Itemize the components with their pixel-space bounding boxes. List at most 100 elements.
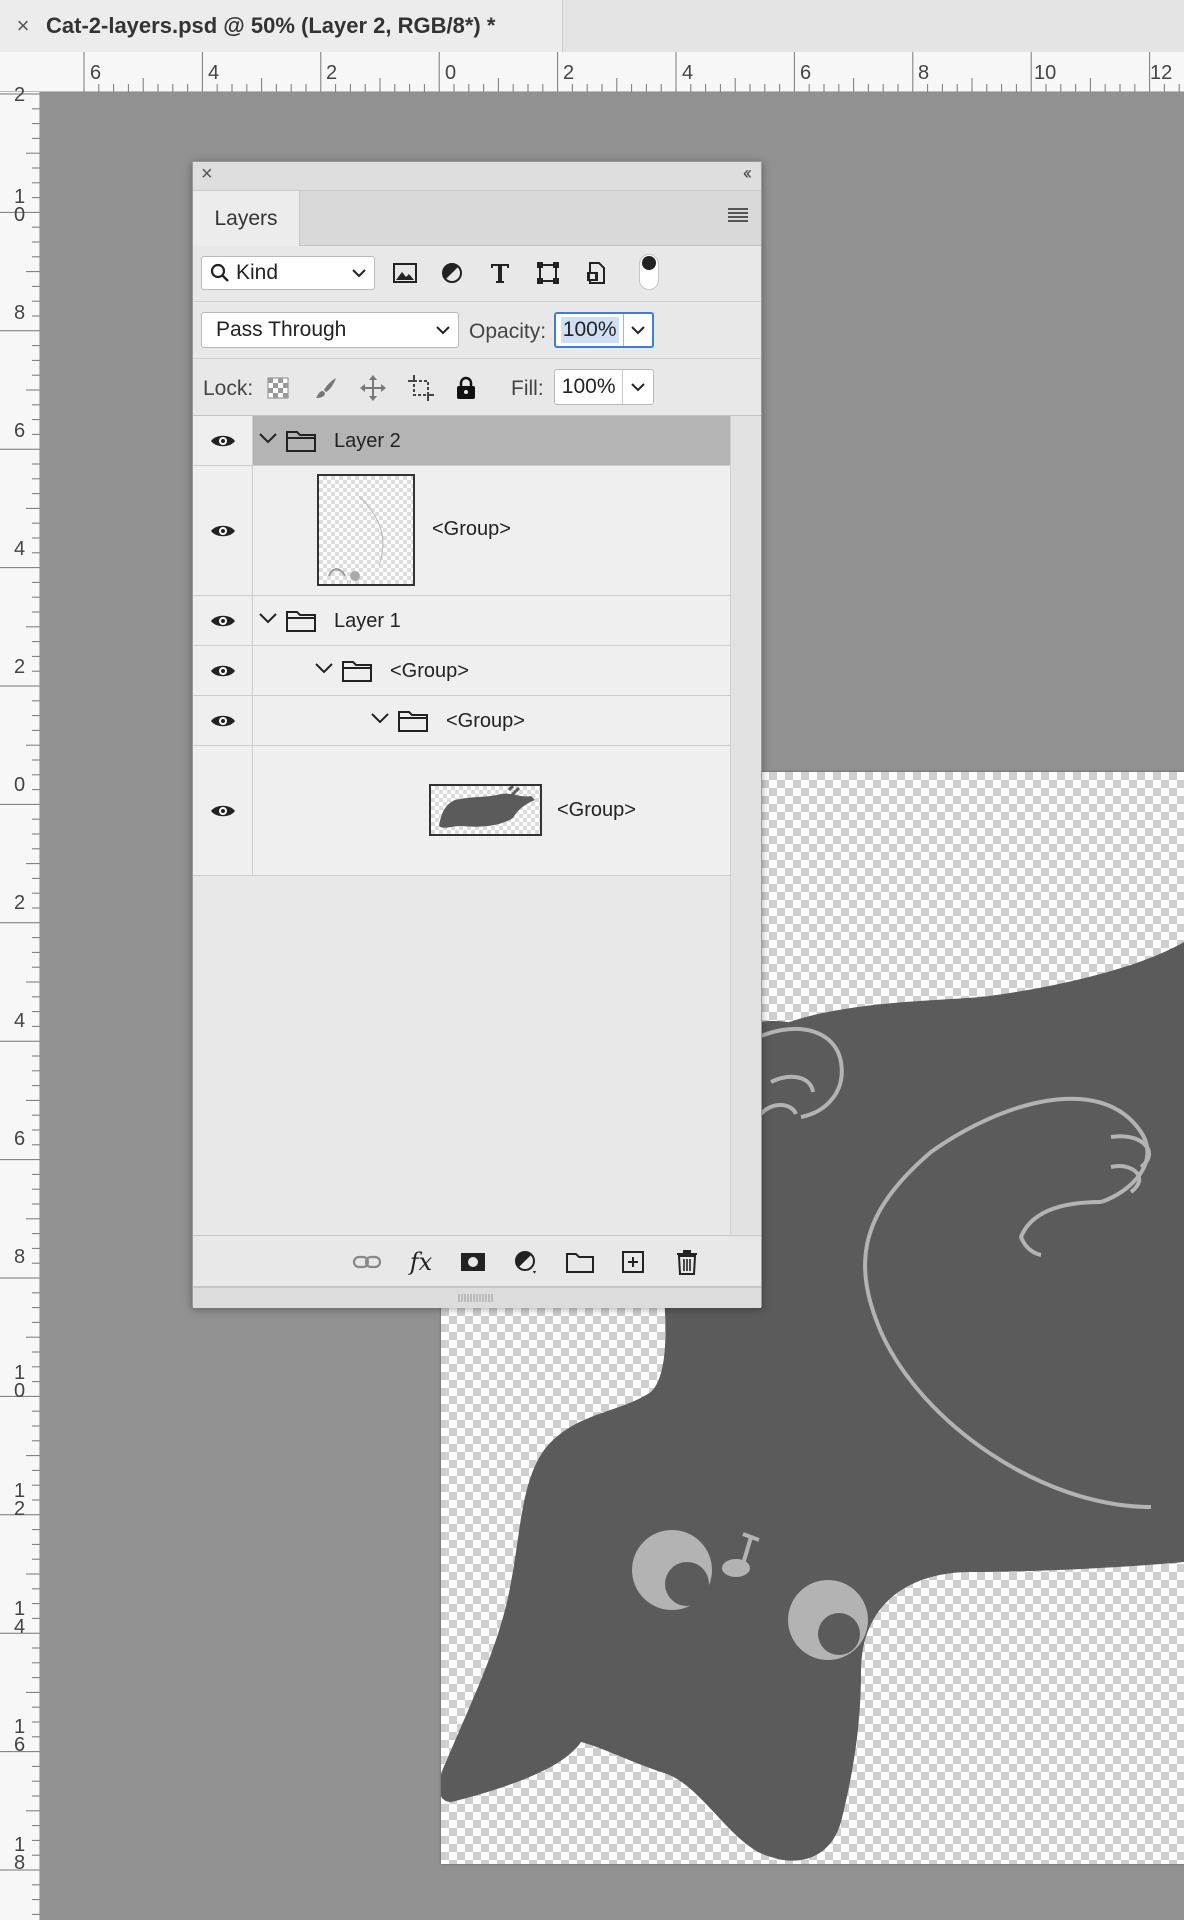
lock-all-icon[interactable]: [452, 374, 480, 402]
chevron-down-icon[interactable]: [259, 431, 277, 449]
ruler-top-ticks: [83, 52, 1180, 92]
visibility-cell: [193, 746, 253, 875]
search-icon: [210, 263, 229, 282]
fill-field[interactable]: 100%: [554, 369, 654, 405]
ruler-left-label: 2: [14, 84, 26, 106]
opacity-label: Opacity:: [469, 320, 547, 343]
visibility-cell: [193, 646, 253, 695]
visibility-cell: [193, 416, 253, 465]
ruler-top-label: 10: [1034, 62, 1057, 84]
eye-icon[interactable]: [210, 803, 236, 819]
lock-transparent-icon[interactable]: [264, 374, 292, 402]
smart-object-filter-icon[interactable]: [582, 259, 610, 287]
blend-mode-select[interactable]: Pass Through: [201, 312, 459, 348]
ruler-top-label: 2: [326, 62, 338, 84]
eye-icon[interactable]: [210, 523, 236, 539]
tab-layers[interactable]: Layers: [193, 191, 300, 246]
ruler-left-ticks: [0, 93, 40, 1915]
layer-name[interactable]: <Group>: [432, 518, 511, 541]
close-tab-icon[interactable]: ×: [0, 13, 46, 39]
ruler-left-label: 12: [14, 1480, 26, 1520]
lock-label: Lock:: [203, 377, 254, 400]
blend-mode-value: Pass Through: [216, 318, 347, 341]
chevron-down-icon: [631, 383, 645, 392]
collapse-panel-icon[interactable]: ‹‹: [743, 163, 752, 184]
panel-tab-strip: Layers: [193, 191, 761, 246]
ruler-left-label: 4: [14, 1010, 26, 1032]
ruler-top[interactable]: 6 4 2 0 2 4 6 8 10 12: [0, 52, 1184, 92]
ruler-top-label: 0: [445, 62, 457, 84]
new-layer-icon[interactable]: [617, 1246, 649, 1278]
layer-row[interactable]: <Group>: [193, 646, 730, 696]
blend-row: Pass Through Opacity: 100%: [193, 302, 761, 359]
panel-titlebar[interactable]: × ‹‹: [193, 162, 761, 191]
opacity-input[interactable]: 100%: [556, 314, 623, 346]
new-group-icon[interactable]: [564, 1246, 596, 1278]
ruler-top-label: 2: [563, 62, 575, 84]
toggle-knob: [642, 256, 656, 270]
shape-filter-icon[interactable]: [534, 259, 562, 287]
opacity-value: 100%: [560, 317, 619, 343]
lock-artboard-icon[interactable]: [407, 374, 435, 402]
panel-resize-grip[interactable]: [193, 1286, 761, 1308]
layer-name[interactable]: <Group>: [446, 710, 525, 733]
adjustment-filter-icon[interactable]: [438, 259, 466, 287]
lock-image-icon[interactable]: [312, 374, 340, 402]
layer-row[interactable]: <Group>: [193, 696, 730, 746]
ruler-top-label: 4: [682, 62, 694, 84]
type-filter-icon[interactable]: [486, 259, 514, 287]
ruler-left-label: 10: [14, 1362, 26, 1402]
layer-row[interactable]: Layer 2: [193, 416, 730, 466]
ruler-left-label: 2: [14, 656, 26, 678]
mask-icon[interactable]: [457, 1246, 489, 1278]
ruler-left-label: 10: [14, 186, 26, 226]
ruler-left-label: 14: [14, 1598, 26, 1638]
document-tab[interactable]: × Cat-2-layers.psd @ 50% (Layer 2, RGB/8…: [0, 0, 563, 52]
fill-value[interactable]: 100%: [555, 370, 622, 404]
ruler-top-label: 6: [90, 62, 102, 84]
layer-row[interactable]: <Group>: [193, 746, 730, 876]
fx-icon[interactable]: fx: [405, 1246, 437, 1278]
eye-icon[interactable]: [210, 663, 236, 679]
visibility-cell: [193, 696, 253, 745]
layer-name[interactable]: <Group>: [557, 799, 636, 822]
image-filter-icon[interactable]: [391, 259, 419, 287]
chevron-down-icon: [436, 326, 450, 335]
ruler-left-label: 18: [14, 1834, 26, 1874]
ruler-left[interactable]: 2 10 8 6 4 2 0 2 4 6 8 10 12 14 16 18: [0, 85, 40, 1920]
ruler-left-label: 8: [14, 302, 26, 324]
layer-thumbnail: [317, 474, 415, 586]
opacity-field[interactable]: 100%: [554, 312, 654, 348]
eye-icon[interactable]: [210, 433, 236, 449]
opacity-dropdown-button[interactable]: [623, 314, 652, 346]
layer-name[interactable]: Layer 1: [334, 610, 401, 633]
panel-menu-icon[interactable]: [727, 207, 749, 228]
eye-icon[interactable]: [210, 713, 236, 729]
eye-icon[interactable]: [210, 613, 236, 629]
layers-scrollbar[interactable]: [730, 416, 761, 1234]
filter-kind-select[interactable]: Kind: [201, 256, 375, 290]
link-layers-icon[interactable]: [351, 1246, 383, 1278]
layer-thumbnail-art: [439, 786, 535, 828]
delete-icon[interactable]: [671, 1246, 703, 1278]
lock-position-icon[interactable]: [359, 374, 387, 402]
fill-dropdown-button[interactable]: [622, 370, 653, 404]
ruler-top-label: 12: [1150, 62, 1173, 84]
filter-toggle-switch[interactable]: [639, 254, 659, 290]
close-panel-icon[interactable]: ×: [201, 163, 213, 186]
layer-name[interactable]: <Group>: [390, 660, 469, 683]
panel-footer: fx: [193, 1235, 761, 1286]
chevron-down-icon: [631, 326, 645, 335]
chevron-down-icon[interactable]: [259, 611, 277, 629]
document-tab-bar: × Cat-2-layers.psd @ 50% (Layer 2, RGB/8…: [0, 0, 1184, 53]
layer-name[interactable]: Layer 2: [334, 430, 401, 453]
layer-row[interactable]: <Group>: [193, 466, 730, 596]
ruler-top-label: 8: [918, 62, 930, 84]
adjustment-layer-icon[interactable]: [510, 1246, 542, 1278]
filter-kind-label: Kind: [236, 261, 279, 284]
layer-row[interactable]: Layer 1: [193, 596, 730, 646]
document-title: Cat-2-layers.psd @ 50% (Layer 2, RGB/8*)…: [46, 13, 496, 38]
cat-nose: [722, 1559, 750, 1577]
chevron-down-icon[interactable]: [371, 711, 389, 729]
chevron-down-icon[interactable]: [315, 661, 333, 679]
